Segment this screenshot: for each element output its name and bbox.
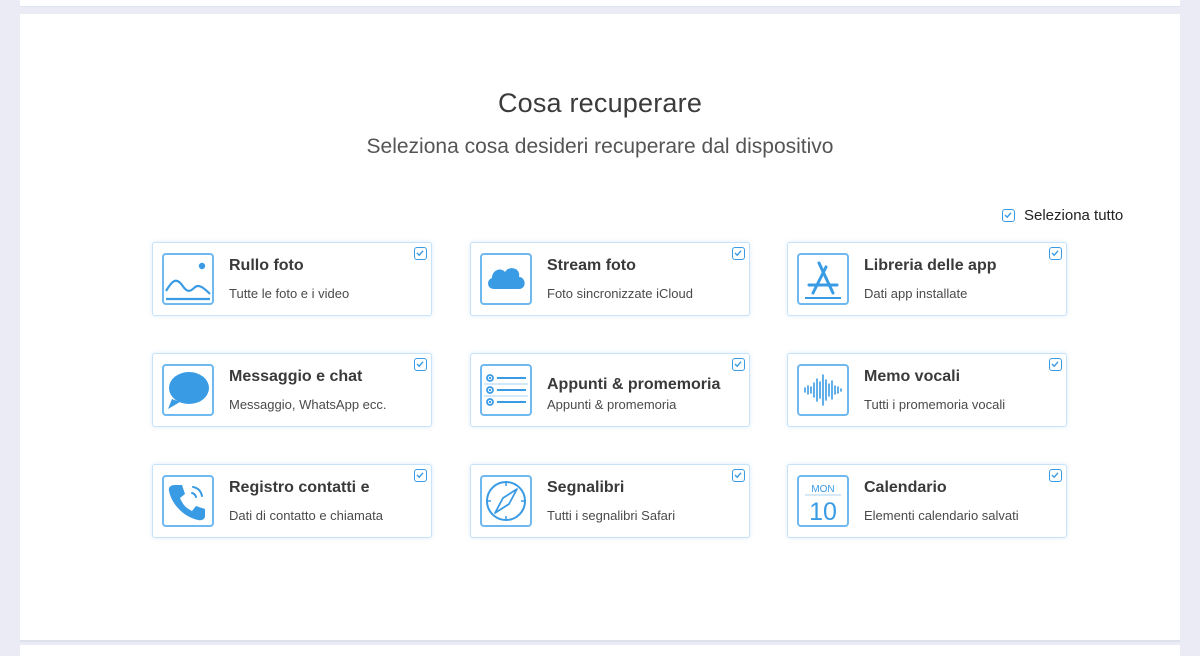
category-title: Memo vocali: [864, 368, 961, 385]
bottom-panel: [20, 645, 1180, 656]
category-description: Dati di contatto e chiamata: [229, 508, 383, 523]
photo-gallery-icon: [162, 253, 214, 305]
category-title: Segnalibri: [547, 479, 625, 496]
checkbox-checked-icon[interactable]: [732, 358, 745, 371]
category-title: Rullo foto: [229, 257, 304, 274]
category-card-app-library[interactable]: Libreria delle app Dati app installate: [787, 242, 1067, 316]
category-card-bookmarks[interactable]: Segnalibri Tutti i segnalibri Safari: [470, 464, 750, 538]
checkbox-checked-icon: [1002, 209, 1015, 222]
icloud-icon: [480, 253, 532, 305]
calendar-month-text: MON: [811, 484, 834, 495]
checkbox-checked-icon[interactable]: [1049, 247, 1062, 260]
page-title: Cosa recuperare: [497, 88, 703, 118]
category-card-calendar[interactable]: MON 10 Calendario Elementi calendario sa…: [787, 464, 1067, 538]
category-title: Stream foto: [547, 257, 636, 274]
recovery-panel: Cosa recuperare Seleziona cosa desideri …: [20, 14, 1180, 642]
category-title: Libreria delle app: [864, 257, 997, 274]
category-card-camera-roll[interactable]: Rullo foto Tutte le foto e i video: [152, 242, 432, 316]
select-all-label: Seleziona tutto: [1024, 207, 1124, 224]
checkbox-checked-icon[interactable]: [414, 247, 427, 260]
phone-call-icon: [162, 475, 214, 527]
checkbox-checked-icon[interactable]: [414, 358, 427, 371]
category-description: Foto sincronizzate iCloud: [547, 286, 693, 301]
category-title: Registro contatti e: [229, 479, 370, 496]
category-card-call-log[interactable]: Registro contatti e Dati di contatto e c…: [152, 464, 432, 538]
calendar-icon: MON 10: [797, 475, 849, 527]
category-card-notes-reminders[interactable]: Appunti & promemoria Appunti & promemori…: [470, 353, 750, 427]
category-description: Messaggio, WhatsApp ecc.: [229, 397, 387, 412]
app-store-icon: [797, 253, 849, 305]
notes-list-icon: [480, 364, 532, 416]
voice-wave-icon: [797, 364, 849, 416]
page-subtitle: Seleziona cosa desideri recuperare dal d…: [366, 135, 834, 158]
calendar-day-text: 10: [809, 498, 837, 525]
select-all-checkbox[interactable]: Seleziona tutto: [1002, 207, 1123, 224]
category-description: Tutti i promemoria vocali: [864, 397, 1006, 412]
safari-compass-icon: [480, 475, 532, 527]
checkbox-checked-icon[interactable]: [414, 469, 427, 482]
top-panel: [20, 0, 1180, 7]
category-description: Appunti & promemoria: [547, 397, 677, 412]
category-description: Tutte le foto e i video: [229, 286, 350, 301]
category-description: Dati app installate: [864, 286, 968, 301]
chat-bubble-icon: [162, 364, 214, 416]
category-card-messages[interactable]: Messaggio e chat Messaggio, WhatsApp ecc…: [152, 353, 432, 427]
category-description: Tutti i segnalibri Safari: [547, 508, 676, 523]
checkbox-checked-icon[interactable]: [732, 469, 745, 482]
category-title: Calendario: [864, 479, 947, 496]
checkbox-checked-icon[interactable]: [732, 247, 745, 260]
category-card-photo-stream[interactable]: Stream foto Foto sincronizzate iCloud: [470, 242, 750, 316]
category-card-voice-memos[interactable]: Memo vocali Tutti i promemoria vocali: [787, 353, 1067, 427]
checkbox-checked-icon[interactable]: [1049, 358, 1062, 371]
category-title: Appunti & promemoria: [547, 376, 721, 393]
category-title: Messaggio e chat: [229, 368, 363, 385]
checkbox-checked-icon[interactable]: [1049, 469, 1062, 482]
category-description: Elementi calendario salvati: [864, 508, 1019, 523]
